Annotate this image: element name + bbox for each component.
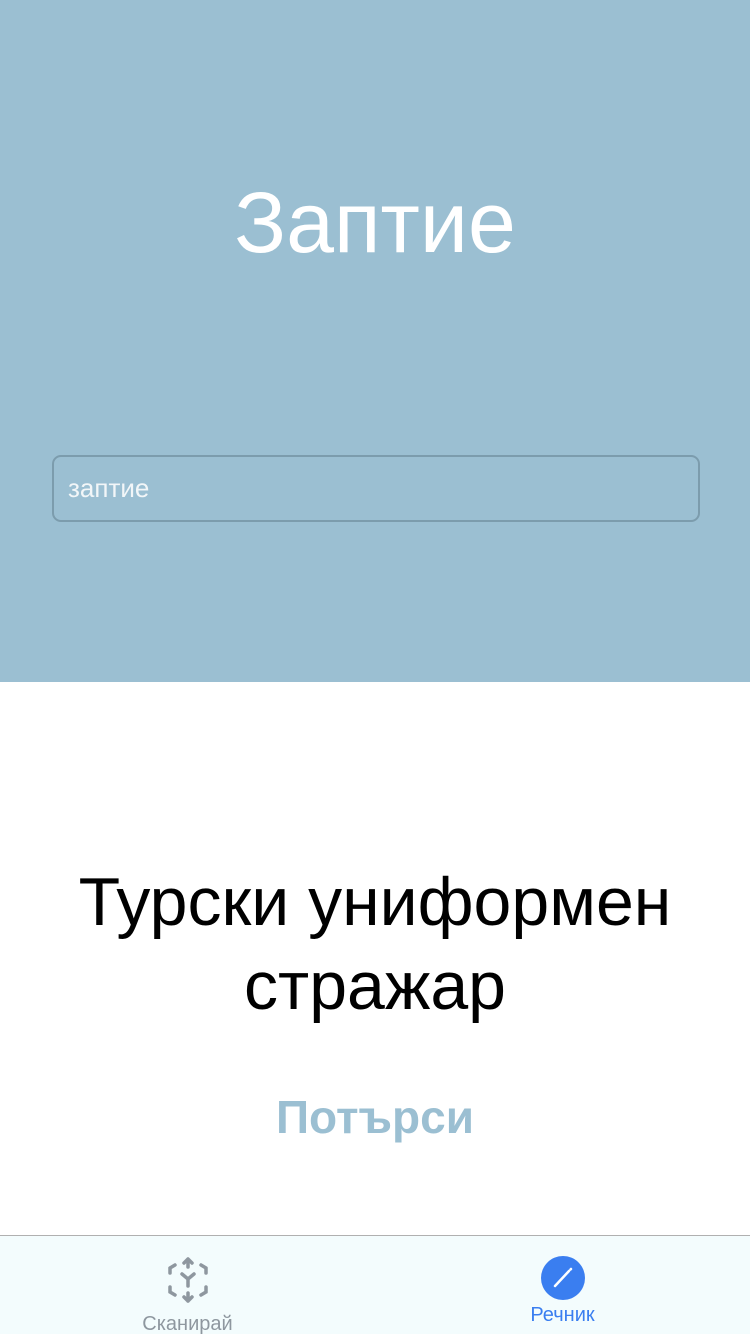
tab-dictionary-label: Речник [530, 1304, 595, 1326]
tab-dictionary[interactable]: Речник [375, 1236, 750, 1334]
word-title: Заптие [234, 175, 516, 271]
search-input[interactable] [52, 455, 700, 522]
ar-cube-icon [165, 1256, 211, 1309]
header-panel: Заптие [0, 0, 750, 682]
tab-bar: Сканирай Речник [0, 1235, 750, 1335]
search-button[interactable]: Потърси [0, 1090, 750, 1144]
definition-text: Турски униформен стражар [78, 864, 672, 1024]
pencil-icon [540, 1256, 585, 1300]
tab-scan-label: Сканирай [142, 1313, 233, 1335]
tab-scan[interactable]: Сканирай [0, 1236, 375, 1335]
